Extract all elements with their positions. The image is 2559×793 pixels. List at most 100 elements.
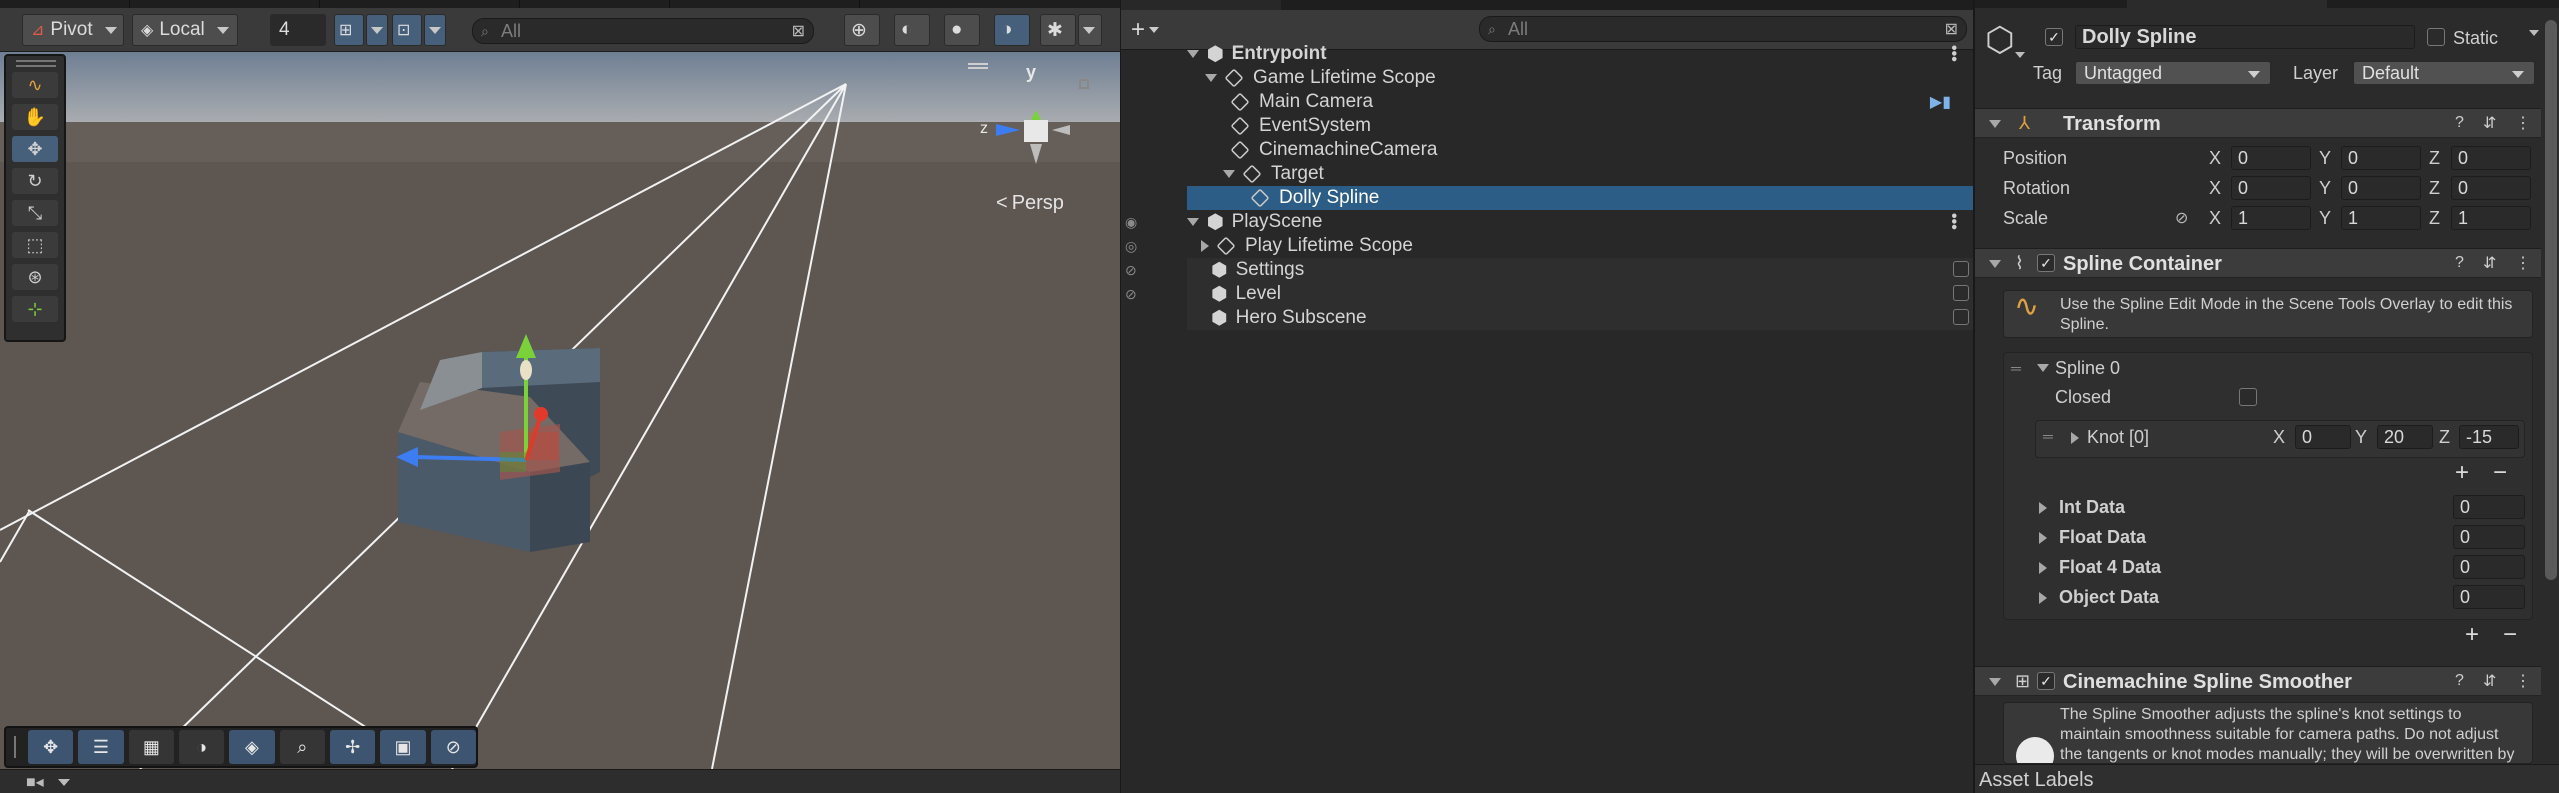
tab-hierarchy[interactable] xyxy=(1121,0,1281,10)
position-x-field[interactable]: 0 xyxy=(2231,146,2311,170)
position-z-field[interactable]: 0 xyxy=(2451,146,2531,170)
inspector-scrollbar[interactable] xyxy=(2545,20,2557,580)
debug-toggle[interactable]: ✱ xyxy=(1040,14,1076,46)
tab-package-manager[interactable] xyxy=(670,0,860,8)
scene-search-input[interactable]: ⌕ All ⊠ xyxy=(472,18,814,44)
preset-icon[interactable]: ⇵ xyxy=(2483,253,2496,273)
tab-lighting[interactable] xyxy=(1975,0,2125,8)
spline-smoother-header[interactable]: ⊞ ✓ Cinemachine Spline Smoother ? ⇵ ⋮ xyxy=(1975,666,2541,696)
subscene-toggle[interactable] xyxy=(1953,261,1969,277)
pivot-dropdown[interactable]: ⊿ Pivot xyxy=(22,14,124,46)
transform-tool[interactable]: ⊛ xyxy=(12,264,58,290)
hierarchy-search-input[interactable]: ⌕ All ⊠ xyxy=(1479,16,1967,42)
list-item[interactable]: Target xyxy=(1223,162,1973,186)
foldout-arrow[interactable] xyxy=(1989,678,2001,686)
remove-knot-button[interactable]: − xyxy=(2483,461,2517,485)
help-icon[interactable]: ? xyxy=(2455,114,2464,132)
remove-spline-button[interactable]: − xyxy=(2493,623,2527,647)
object-data-field[interactable]: 0 xyxy=(2453,585,2525,609)
asset-labels-bar[interactable]: Asset Labels xyxy=(1975,764,2559,793)
foldout-arrow[interactable] xyxy=(2039,562,2047,574)
rotation-y-field[interactable]: 0 xyxy=(2341,176,2421,200)
help-icon[interactable]: ? xyxy=(2455,672,2464,690)
scene-viewport[interactable]: y z < Persp ∿ ✋ ✥ ↻ ⤡ ⬚ ⊛ ⊹ ✥ ☰ ▦ ◑ ◈ ⌕ … xyxy=(0,52,1120,769)
shaded-wireframe-toggle[interactable]: ◐ xyxy=(894,14,930,46)
list-item[interactable]: EventSystem xyxy=(1230,114,1973,138)
closed-checkbox[interactable] xyxy=(2239,388,2257,406)
position-y-field[interactable]: 0 xyxy=(2341,146,2421,170)
add-object-button[interactable]: + xyxy=(1131,16,1160,44)
float4-data-field[interactable]: 0 xyxy=(2453,555,2525,579)
grid-pattern-button[interactable]: ▦ xyxy=(128,730,174,764)
tab-scene[interactable] xyxy=(0,0,130,8)
knot-x-field[interactable]: 0 xyxy=(2295,425,2351,449)
foldout-arrow[interactable] xyxy=(1187,218,1199,226)
kebab-menu-icon[interactable]: ••• xyxy=(1945,45,1962,62)
drag-handle[interactable] xyxy=(16,60,56,62)
pivot-tool-button[interactable]: ✢ xyxy=(329,730,376,764)
list-item-subscene[interactable]: ⬢ Hero Subscene xyxy=(1187,306,1973,330)
compass-button[interactable]: ⊘ xyxy=(430,730,476,764)
tab-project-settings[interactable] xyxy=(320,0,520,8)
foldout-arrow[interactable] xyxy=(2039,532,2047,544)
zoom-button[interactable]: ⌕ xyxy=(279,730,325,764)
static-checkbox[interactable] xyxy=(2427,28,2445,46)
grid-size-input[interactable]: 4 xyxy=(270,14,326,46)
list-item-subscene[interactable]: ⬢ Level xyxy=(1187,282,1973,306)
lighting-toggle[interactable]: ◑ xyxy=(994,14,1030,46)
drag-handle-icon[interactable]: ═ xyxy=(2043,428,2053,444)
list-item[interactable]: Game Lifetime Scope xyxy=(1205,66,1973,90)
foldout-arrow[interactable] xyxy=(1201,240,1209,252)
wireframe-toggle[interactable]: ⊕ xyxy=(844,14,880,46)
layer-dropdown[interactable]: Default xyxy=(2353,61,2535,85)
visibility-icon[interactable]: ◉ xyxy=(1125,214,1147,230)
list-item[interactable]: Play Lifetime Scope xyxy=(1201,234,1973,258)
shaded-toggle[interactable]: ● xyxy=(944,14,980,46)
foldout-arrow[interactable] xyxy=(1989,120,2001,128)
custom-tool[interactable]: ⊹ xyxy=(12,296,58,322)
kebab-menu-icon[interactable]: ⋮ xyxy=(2515,113,2531,133)
scene-row-playscene[interactable]: ⬢ PlayScene ••• xyxy=(1187,210,1973,234)
move-tool[interactable]: ✥ xyxy=(12,136,58,162)
projection-toggle[interactable]: < Persp xyxy=(996,192,1064,215)
tab-inspector[interactable] xyxy=(2127,0,2327,8)
gameobject-icon[interactable]: ⬡ xyxy=(1985,20,2015,60)
active-checkbox[interactable]: ✓ xyxy=(2045,28,2063,46)
list-item[interactable]: Main Camera ▶▮ xyxy=(1230,90,1973,114)
foldout-arrow[interactable] xyxy=(1989,260,2001,268)
camera-button[interactable]: ▣ xyxy=(380,730,426,764)
grid-snap-dropdown[interactable] xyxy=(366,14,388,46)
kebab-menu-icon[interactable]: ••• xyxy=(1945,213,1962,230)
drag-handle[interactable] xyxy=(14,736,16,758)
list-item-selected[interactable]: Dolly Spline xyxy=(1187,186,1973,210)
chevron-down-icon[interactable] xyxy=(2529,30,2539,36)
subscene-toggle[interactable] xyxy=(1953,309,1969,325)
help-icon[interactable]: ? xyxy=(2455,254,2464,272)
grid-snap-button[interactable]: ⊞ xyxy=(334,14,364,46)
component-enabled-checkbox[interactable]: ✓ xyxy=(2037,672,2055,690)
lighting-button[interactable]: ◑ xyxy=(178,730,225,764)
foldout-arrow[interactable] xyxy=(2039,502,2047,514)
preset-icon[interactable]: ⇵ xyxy=(2483,113,2496,133)
scale-z-field[interactable]: 1 xyxy=(2451,206,2531,230)
increment-snap-dropdown[interactable] xyxy=(424,14,446,46)
list-item[interactable]: CinemachineCamera xyxy=(1230,138,1973,162)
layers-button[interactable]: ◈ xyxy=(229,730,275,764)
tag-dropdown[interactable]: Untagged xyxy=(2075,61,2271,85)
rotation-z-field[interactable]: 0 xyxy=(2451,176,2531,200)
hand-tool[interactable]: ✋ xyxy=(12,104,58,130)
visibility-hidden-icon[interactable]: ⊘ xyxy=(1125,262,1147,278)
visibility-icon[interactable]: ◎ xyxy=(1125,238,1147,254)
preset-icon[interactable]: ⇵ xyxy=(2483,671,2496,691)
kebab-menu-icon[interactable]: ⋮ xyxy=(2515,671,2531,691)
camera-icon[interactable]: ■◂ xyxy=(26,772,44,792)
foldout-arrow[interactable] xyxy=(2039,592,2047,604)
foldout-arrow[interactable] xyxy=(2071,432,2079,444)
rotate-tool[interactable]: ↻ xyxy=(12,168,58,194)
object-name-field[interactable]: Dolly Spline xyxy=(2075,25,2415,49)
kebab-menu-icon[interactable]: ⋮ xyxy=(2515,253,2531,273)
scale-tool[interactable]: ⤡ xyxy=(12,200,58,226)
scale-y-field[interactable]: 1 xyxy=(2341,206,2421,230)
float-data-field[interactable]: 0 xyxy=(2453,525,2525,549)
link-icon[interactable]: ⊘ xyxy=(2175,208,2188,228)
